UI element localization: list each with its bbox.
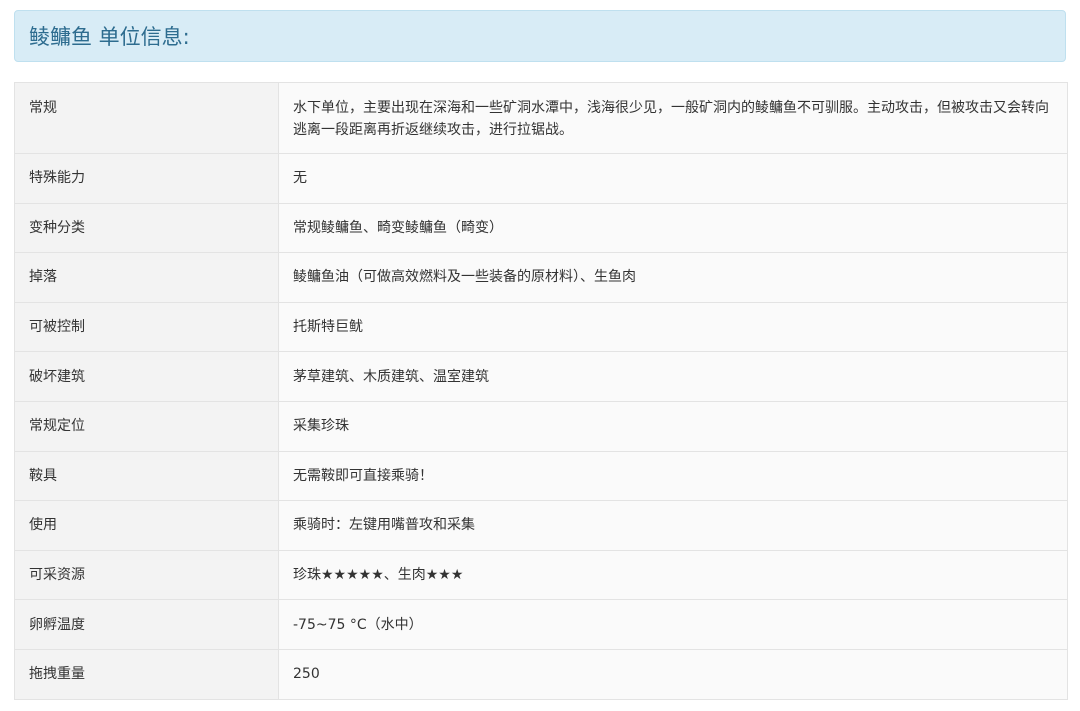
row-key: 常规 [14,82,279,154]
row-value: 乘骑时：左键用嘴普攻和采集 [278,500,1068,551]
row-key: 变种分类 [14,202,279,254]
page-title: 鲮鳙鱼 单位信息: [29,25,190,49]
info-header: 鲮鳙鱼 单位信息: [14,10,1066,62]
table-row: 鞍具 无需鞍即可直接乘骑！ [14,450,1068,502]
row-key: 可采资源 [14,549,279,601]
row-value: 托斯特巨鱿 [278,301,1068,353]
row-value: 鲮鳙鱼油（可做高效燃料及一些装备的原材料）、生鱼肉 [278,252,1068,303]
row-key: 鞍具 [14,450,279,502]
table-row: 使用 乘骑时：左键用嘴普攻和采集 [14,500,1068,551]
table-row: 可采资源 珍珠★★★★★、生肉★★★ [14,549,1068,601]
row-value: 常规鲮鳙鱼、畸变鲮鳙鱼（畸变） [278,202,1068,254]
row-value: 无 [278,153,1068,204]
table-row: 可被控制 托斯特巨鱿 [14,301,1068,353]
unit-info-table: 常规 水下单位，主要出现在深海和一些矿洞水潭中，浅海很少见，一般矿洞内的鲮鳙鱼不… [14,82,1068,700]
row-value: 珍珠★★★★★、生肉★★★ [278,549,1068,601]
row-key: 破坏建筑 [14,351,279,402]
row-value: 茅草建筑、木质建筑、温室建筑 [278,351,1068,402]
table-row: 掉落 鲮鳙鱼油（可做高效燃料及一些装备的原材料）、生鱼肉 [14,252,1068,303]
row-key: 卵孵温度 [14,599,279,650]
row-value: 采集珍珠 [278,400,1068,452]
row-key: 使用 [14,500,279,551]
table-row: 特殊能力 无 [14,153,1068,204]
row-value: -75~75 °C（水中） [278,599,1068,650]
row-value: 水下单位，主要出现在深海和一些矿洞水潭中，浅海很少见，一般矿洞内的鲮鳙鱼不可驯服… [278,82,1068,154]
row-key: 掉落 [14,252,279,303]
row-value: 无需鞍即可直接乘骑！ [278,450,1068,502]
row-key: 特殊能力 [14,153,279,204]
row-key: 常规定位 [14,400,279,452]
table-row: 常规定位 采集珍珠 [14,400,1068,452]
table-row: 变种分类 常规鲮鳙鱼、畸变鲮鳙鱼（畸变） [14,202,1068,254]
row-value: 250 [278,648,1068,700]
table-row: 拖拽重量 250 [14,648,1068,700]
row-key: 拖拽重量 [14,648,279,700]
table-row: 卵孵温度 -75~75 °C（水中） [14,599,1068,650]
table-row: 破坏建筑 茅草建筑、木质建筑、温室建筑 [14,351,1068,402]
table-row: 常规 水下单位，主要出现在深海和一些矿洞水潭中，浅海很少见，一般矿洞内的鲮鳙鱼不… [14,82,1068,154]
row-key: 可被控制 [14,301,279,353]
